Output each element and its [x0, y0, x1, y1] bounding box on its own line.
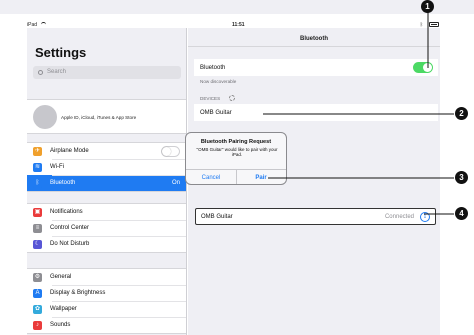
- bluetooth-toggle-row: Bluetooth: [194, 59, 438, 76]
- alert-title: Bluetooth Pairing Request: [200, 139, 272, 145]
- sidebar-item-notifications[interactable]: ▣ Notifications: [27, 204, 186, 220]
- moon-icon: ☾: [33, 239, 42, 249]
- sidebar-item-label: Wallpaper: [50, 306, 77, 312]
- nav-divider: [188, 46, 440, 47]
- callout-3: 3: [455, 171, 468, 184]
- bluetooth-toggle-label: Bluetooth: [200, 64, 226, 71]
- settings-group-general: ⚙ General A Display & Brightness ✿ Wallpaper ♪…: [27, 268, 186, 334]
- status-bar: iPad 11:51 ᛒ: [0, 0, 474, 28]
- cancel-button[interactable]: Cancel: [186, 175, 236, 181]
- device-name: OMB Guitar: [200, 109, 232, 116]
- sidebar-item-label: Wi-Fi: [50, 164, 64, 170]
- sidebar-item-general[interactable]: ⚙ General: [27, 269, 186, 285]
- toggle-knob: [423, 63, 432, 72]
- avatar: [33, 105, 57, 129]
- sidebar-item-do-not-disturb[interactable]: ☾ Do Not Disturb: [27, 236, 186, 252]
- sidebar-item-airplane-mode[interactable]: ✈ Airplane Mode: [27, 143, 186, 159]
- devices-header: DEVICES: [200, 96, 221, 101]
- sidebar-item-label: Control Center: [50, 225, 90, 231]
- sidebar-item-label: Notifications: [50, 209, 83, 215]
- sidebar-item-label: Bluetooth: [50, 180, 76, 186]
- control-center-icon: ≡: [33, 223, 42, 233]
- toggle-knob: [162, 147, 171, 156]
- settings-group-notifications: ▣ Notifications ≡ Control Center ☾ Do Not Dis…: [27, 203, 186, 253]
- gear-icon: ⚙: [33, 272, 42, 282]
- sounds-icon: ♪: [33, 320, 42, 330]
- sidebar-item-label: Do Not Disturb: [50, 241, 90, 247]
- callout-4: 4: [455, 207, 468, 220]
- connection-status: Connected: [384, 213, 414, 220]
- sidebar-item-label: General: [50, 274, 72, 280]
- search-placeholder: Search: [47, 69, 67, 75]
- bluetooth-icon: ᛒ: [33, 178, 42, 188]
- display-icon: A: [33, 288, 42, 298]
- wifi-status-icon: [41, 22, 46, 27]
- bluetooth-toggle[interactable]: [413, 62, 433, 73]
- sidebar-item-value: On: [171, 180, 180, 186]
- connected-device-name: OMB Guitar: [201, 213, 233, 220]
- search-input[interactable]: Search: [33, 66, 181, 79]
- connected-device-row[interactable]: OMB Guitar Connected i: [195, 208, 436, 225]
- sidebar-item-label: Airplane Mode: [50, 148, 89, 154]
- settings-group-connectivity: ✈ Airplane Mode ≋ Wi-Fi ᛒ Bluetooth On: [27, 142, 186, 192]
- page-title: Settings: [35, 45, 87, 60]
- info-icon[interactable]: i: [420, 211, 430, 222]
- apple-id-row[interactable]: Apple ID, iCloud, iTunes & App Store: [27, 99, 186, 134]
- alert-message: "OMB Guitar" would like to pair with you…: [196, 147, 278, 158]
- battery-icon: [429, 22, 439, 27]
- sidebar-item-label: Display & Brightness: [50, 290, 106, 296]
- apple-id-label: Apple ID, iCloud, iTunes & App Store: [61, 115, 137, 120]
- sidebar-item-wi-fi[interactable]: ≋ Wi-Fi: [27, 159, 186, 175]
- sidebar-item-wallpaper[interactable]: ✿ Wallpaper: [27, 301, 186, 317]
- sidebar-item-control-center[interactable]: ≡ Control Center: [27, 220, 186, 236]
- loading-spinner-icon: [229, 95, 235, 101]
- pairing-alert: Bluetooth Pairing Request "OMB Guitar" w…: [185, 132, 287, 185]
- settings-sidebar: Settings Search Apple ID, iCloud, iTunes…: [27, 28, 187, 335]
- airplane-icon: ✈: [33, 146, 42, 156]
- discoverable-text: Now discoverable: [200, 79, 237, 84]
- sidebar-item-bluetooth[interactable]: ᛒ Bluetooth On: [27, 175, 186, 191]
- airplane-mode-toggle[interactable]: [161, 146, 180, 157]
- wifi-icon: ≋: [33, 162, 42, 172]
- callout-1: 1: [421, 0, 434, 13]
- sidebar-item-label: Sounds: [50, 322, 71, 328]
- pair-button[interactable]: Pair: [236, 175, 286, 181]
- sidebar-item-display-brightness[interactable]: A Display & Brightness: [27, 285, 186, 301]
- device-row[interactable]: OMB Guitar: [194, 104, 438, 121]
- alert-buttons: Cancel Pair: [186, 169, 286, 184]
- nav-title: Bluetooth: [300, 36, 328, 42]
- search-icon: [38, 69, 43, 75]
- wallpaper-icon: ✿: [33, 304, 42, 314]
- notifications-icon: ▣: [33, 207, 42, 217]
- callout-2: 2: [455, 107, 468, 120]
- sidebar-item-sounds[interactable]: ♪ Sounds: [27, 317, 186, 333]
